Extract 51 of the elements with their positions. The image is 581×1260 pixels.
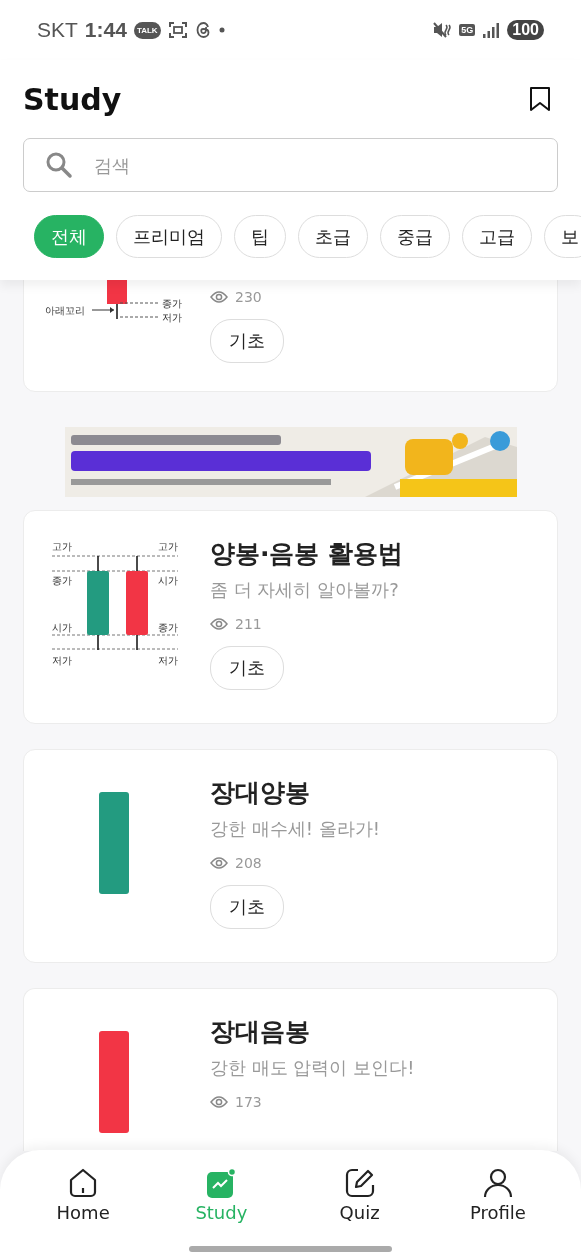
chat-notification-icon: TALK xyxy=(133,21,161,39)
battery-level: 100 xyxy=(507,20,544,40)
eye-icon xyxy=(210,1096,228,1108)
view-count: 230 xyxy=(235,289,262,305)
level-tag: 기초 xyxy=(210,646,284,690)
filter-chip[interactable]: 보 xyxy=(544,215,581,258)
nav-tab[interactable]: Profile xyxy=(442,1168,553,1232)
filter-chip[interactable]: 팁 xyxy=(234,215,286,258)
lesson-card[interactable]: 고가 종가 시가 저가 고가 시가 종가 저가 양봉·음봉 활용법 좀 더 자세히 알아볼까? 211 기초 xyxy=(23,510,558,724)
lesson-subtitle: 좀 더 자세히 알아볼까? xyxy=(210,578,399,602)
level-tag: 기초 xyxy=(210,319,284,363)
view-count: 173 xyxy=(235,1094,262,1110)
candlestick-drawing: 아래꼬리 종가 저가 xyxy=(44,280,184,327)
dot-icon xyxy=(218,27,225,33)
nav-tab[interactable]: Home xyxy=(28,1168,139,1232)
clock: 1:44 xyxy=(84,18,127,42)
candle-icon xyxy=(99,1031,129,1133)
filter-chip[interactable]: 초급 xyxy=(298,215,368,258)
filter-chip[interactable]: 고급 xyxy=(462,215,532,258)
lesson-subtitle: 강한 매수세! 올라가! xyxy=(210,817,380,841)
signal-icon xyxy=(482,21,501,39)
screenshot-icon xyxy=(167,21,188,39)
view-count: 211 xyxy=(235,616,262,632)
lesson-card[interactable]: 아래꼬리 종가 저가 230 기초 xyxy=(23,280,558,392)
search-field[interactable]: 검색 xyxy=(23,138,558,192)
carrier: SKT xyxy=(37,18,78,42)
bookmark-icon[interactable] xyxy=(528,86,552,112)
filter-chip[interactable]: 프리미엄 xyxy=(116,215,222,258)
lesson-subtitle: 강한 매도 압력이 보인다! xyxy=(210,1056,415,1080)
search-icon xyxy=(45,151,73,179)
lesson-card[interactable]: 장대음봉 강한 매도 압력이 보인다! 173 xyxy=(23,988,558,1151)
level-tag: 기초 xyxy=(210,885,284,929)
threads-icon xyxy=(194,21,212,39)
eye-icon xyxy=(210,291,228,303)
candlestick-drawing: 고가 종가 시가 저가 고가 시가 종가 저가 xyxy=(44,535,184,669)
filter-chip[interactable]: 중급 xyxy=(380,215,450,258)
network-type: 5G xyxy=(459,24,476,36)
lesson-title: 장대양봉 xyxy=(210,777,310,809)
view-count: 208 xyxy=(235,855,262,871)
chart-icon xyxy=(205,1168,238,1198)
mute-icon xyxy=(432,20,453,40)
nav-tab[interactable]: Quiz xyxy=(304,1168,415,1232)
lesson-title: 장대음봉 xyxy=(210,1016,310,1048)
edit-icon xyxy=(343,1168,376,1198)
candle-icon xyxy=(99,792,129,894)
eye-icon xyxy=(210,857,228,869)
eye-icon xyxy=(210,618,228,630)
page-title: Study xyxy=(23,81,122,117)
person-icon xyxy=(481,1168,514,1198)
lesson-card[interactable]: 장대양봉 강한 매수세! 올라가! 208 기초 xyxy=(23,749,558,963)
lesson-title: 양봉·음봉 활용법 xyxy=(210,538,404,570)
